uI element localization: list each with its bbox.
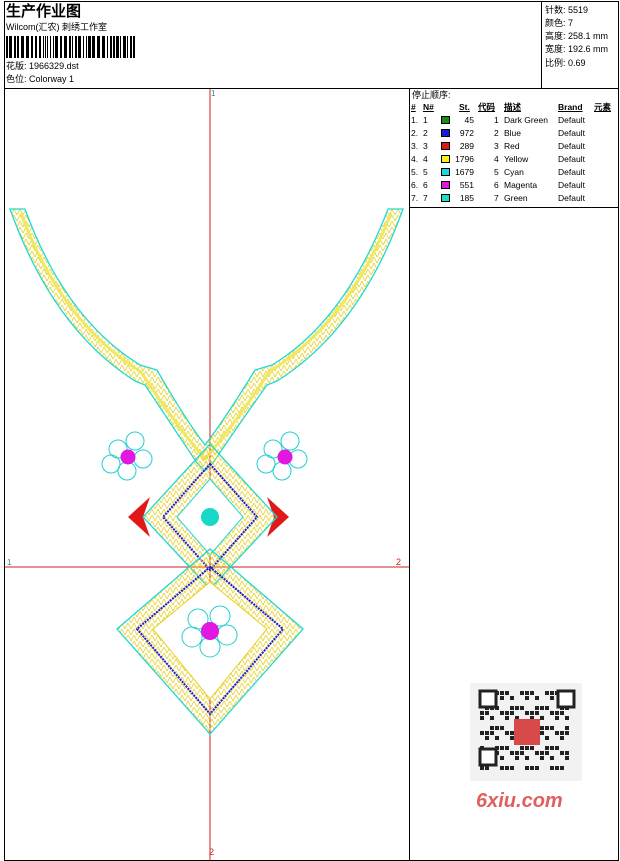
row-brand: Default [558, 180, 585, 190]
table-row: 5. 5 1679 5 Cyan Default [410, 166, 618, 179]
color-swatch [441, 168, 450, 176]
company-name: Wilcom(汇农) 刺绣工作室 [6, 22, 107, 32]
row-index: 3. [411, 141, 419, 151]
row-brand: Default [558, 128, 585, 138]
stat-stitches: 针数: 5519 [545, 5, 589, 15]
row-index: 1. [411, 115, 419, 125]
row-index: 2. [411, 128, 419, 138]
row-index: 7. [411, 193, 419, 203]
col-element: 元素 [594, 102, 612, 112]
row-stitches: 551 [459, 180, 474, 190]
row-stitches: 1679 [455, 167, 474, 177]
stat-width: 宽度: 192.6 mm [545, 44, 609, 54]
table-row: 3. 3 289 3 Red Default [410, 140, 618, 153]
row-description: Green [504, 193, 528, 203]
row-code: 3 [494, 141, 499, 151]
colorway-label: 色位: [6, 74, 27, 84]
stop-sequence-title: 停止顺序: [412, 90, 451, 100]
row-code: 2 [494, 128, 499, 138]
row-description: Red [504, 141, 520, 151]
col-brand: Brand [558, 102, 583, 112]
row-n: 6 [423, 180, 428, 190]
color-swatch [441, 142, 450, 150]
axis-marker-left: 1 [7, 558, 12, 567]
color-swatch [441, 129, 450, 137]
row-code: 7 [494, 193, 499, 203]
watermark-logo: 6xiu.com [476, 790, 563, 812]
row-index: 5. [411, 167, 419, 177]
row-code: 6 [494, 180, 499, 190]
row-code: 5 [494, 167, 499, 177]
stat-colors: 颜色: 7 [545, 18, 574, 28]
row-brand: Default [558, 154, 585, 164]
row-code: 1 [494, 115, 499, 125]
col-st: St. [459, 102, 470, 112]
col-n: N# [423, 102, 434, 112]
table-row: 4. 4 1796 4 Yellow Default [410, 153, 618, 166]
table-row: 2. 2 972 2 Blue Default [410, 127, 618, 140]
row-n: 3 [423, 141, 428, 151]
row-description: Yellow [504, 154, 529, 164]
row-stitches: 972 [459, 128, 474, 138]
row-n: 7 [423, 193, 428, 203]
row-description: Magenta [504, 180, 538, 190]
row-n: 5 [423, 167, 428, 177]
row-brand: Default [558, 167, 585, 177]
stat-scale: 比例: 0.69 [545, 58, 586, 68]
row-n: 4 [423, 154, 428, 164]
col-desc: 描述 [504, 102, 522, 112]
color-swatch [441, 155, 450, 163]
table-header-row: # N# St. 代码 描述 Brand 元素 [410, 101, 618, 114]
row-brand: Default [558, 141, 585, 151]
color-swatch [441, 194, 450, 202]
design-file-label: 花版: [6, 61, 27, 71]
row-description: Cyan [504, 167, 524, 177]
qr-code-image [470, 683, 582, 781]
row-brand: Default [558, 193, 585, 203]
flower-right [256, 431, 308, 481]
row-index: 4. [411, 154, 419, 164]
table-row: 1. 1 45 1 Dark Green Default [410, 114, 618, 127]
color-swatch [441, 116, 450, 124]
axis-marker-right: 2 [396, 557, 401, 567]
color-swatch [441, 181, 450, 189]
row-n: 2 [423, 128, 428, 138]
axis-marker-top: 1 [211, 89, 216, 98]
row-description: Blue [504, 128, 522, 138]
row-stitches: 45 [464, 115, 474, 125]
axis-marker-bottom: 2 [209, 847, 214, 857]
design-file-row: 花版: 1966329.dst [6, 61, 79, 72]
lower-diamond [116, 548, 304, 735]
row-stitches: 289 [459, 141, 474, 151]
design-file-value: 1966329.dst [29, 61, 79, 71]
flower-left [101, 431, 153, 481]
col-hash: # [411, 102, 416, 112]
row-description: Dark Green [504, 115, 548, 125]
col-code: 代码 [478, 102, 496, 112]
colorway-value: Colorway 1 [29, 74, 75, 84]
row-brand: Default [558, 115, 585, 125]
colorway-row: 色位: Colorway 1 [6, 74, 74, 85]
page-title: 生产作业图 [6, 3, 82, 20]
row-code: 4 [494, 154, 499, 164]
stat-height: 高度: 258.1 mm [545, 31, 609, 41]
neckline-band [9, 208, 404, 472]
row-n: 1 [423, 115, 428, 125]
embroidery-design-canvas: 1 1 2 2 [5, 89, 409, 860]
table-row: 6. 6 551 6 Magenta Default [410, 179, 618, 192]
row-stitches: 1796 [455, 154, 474, 164]
row-stitches: 185 [459, 193, 474, 203]
row-index: 6. [411, 180, 419, 190]
table-row: 7. 7 185 7 Green Default [410, 192, 618, 205]
barcode-image [6, 36, 135, 58]
